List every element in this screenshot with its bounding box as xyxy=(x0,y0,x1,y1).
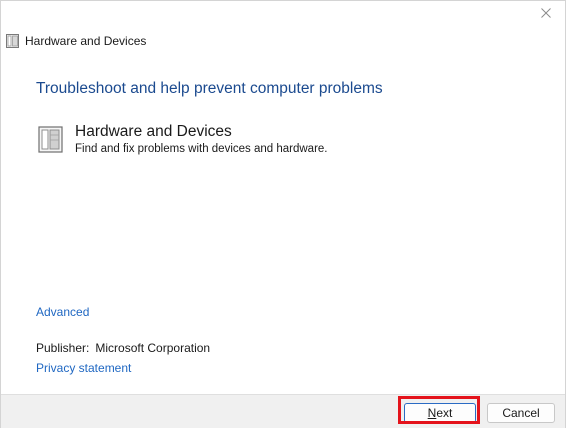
cancel-button[interactable]: Cancel xyxy=(487,403,555,423)
publisher-info: Publisher: Microsoft Corporation xyxy=(36,341,210,355)
hardware-devices-icon xyxy=(38,126,63,153)
publisher-value: Microsoft Corporation xyxy=(95,341,211,355)
publisher-label: Publisher: xyxy=(36,341,90,355)
next-accelerator: N xyxy=(427,406,437,420)
hardware-devices-icon xyxy=(6,34,19,48)
window-titlebar: Hardware and Devices xyxy=(6,34,146,48)
window-title: Hardware and Devices xyxy=(25,34,147,48)
close-button[interactable] xyxy=(527,1,565,25)
privacy-statement-link[interactable]: Privacy statement xyxy=(36,361,131,375)
troubleshooter-item: Hardware and Devices Find and fix proble… xyxy=(36,123,328,155)
next-label-rest: ext xyxy=(436,406,453,420)
troubleshooter-window: Hardware and Devices Troubleshoot and he… xyxy=(0,0,566,428)
item-text: Hardware and Devices Find and fix proble… xyxy=(75,123,328,155)
next-button[interactable]: Next xyxy=(404,403,476,423)
item-title: Hardware and Devices xyxy=(75,123,232,140)
close-icon xyxy=(541,8,551,18)
item-description: Find and fix problems with devices and h… xyxy=(75,143,328,155)
button-footer: Next Cancel xyxy=(1,394,565,428)
page-heading: Troubleshoot and help prevent computer p… xyxy=(36,80,383,97)
advanced-link[interactable]: Advanced xyxy=(36,305,89,319)
